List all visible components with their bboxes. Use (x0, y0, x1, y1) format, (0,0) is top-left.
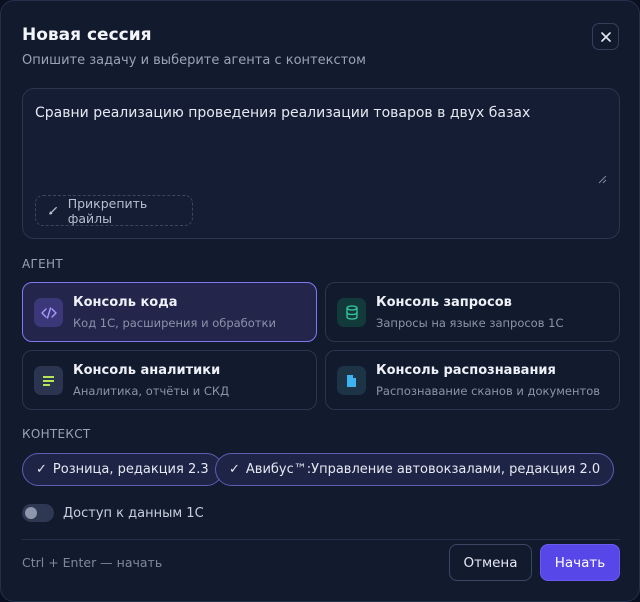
context-section-label: КОНТЕКСТ (22, 427, 91, 441)
context-chip-label: Авибус™:Управление автовокзалами, редакц… (245, 462, 601, 477)
dialog-title: Новая сессия (22, 25, 152, 45)
close-button[interactable] (592, 23, 619, 50)
agent-card-analytics-console[interactable]: Консоль аналитики Аналитика, отчёты и СК… (22, 350, 317, 410)
check-icon: ✓ (229, 462, 240, 477)
agent-name: Консоль кода (73, 295, 178, 310)
context-chip-avibus[interactable]: ✓ Авибус™:Управление автовокзалами, реда… (215, 453, 615, 486)
chart-icon (34, 366, 63, 395)
access-toggle[interactable] (22, 504, 54, 522)
agent-name: Консоль запросов (376, 295, 512, 310)
access-toggle-label: Доступ к данным 1С (63, 505, 204, 521)
task-textarea[interactable]: Сравни реализацию проведения реализации … (22, 88, 620, 239)
access-toggle-row: Доступ к данным 1С (22, 503, 204, 523)
agent-description: Аналитика, отчёты и СКД (73, 384, 230, 398)
toggle-knob (25, 507, 37, 519)
context-chip-label: Розница, редакция 2.3 (52, 462, 209, 477)
attach-files-button[interactable]: Прикрепить файлы (35, 195, 193, 226)
paperclip-icon (49, 206, 57, 215)
document-icon (337, 366, 366, 395)
agent-description: Код 1С, расширения и обработки (73, 316, 276, 330)
agent-card-recognition-console[interactable]: Консоль распознавания Распознавание скан… (325, 350, 620, 410)
agent-name: Консоль распознавания (376, 363, 556, 378)
agent-description: Запросы на языке запросов 1С (376, 316, 564, 330)
attach-files-label: Прикрепить файлы (67, 195, 148, 226)
new-session-dialog: Новая сессия Опишите задачу и выберите а… (0, 0, 640, 602)
shortcut-hint: Ctrl + Enter — начать (22, 555, 163, 570)
start-button[interactable]: Начать (540, 544, 620, 581)
code-icon (34, 298, 63, 327)
agent-description: Распознавание сканов и документов (376, 384, 601, 398)
agent-section-label: АГЕНТ (22, 257, 63, 271)
context-chip-retail[interactable]: ✓ Розница, редакция 2.3 (22, 453, 223, 486)
task-textarea-value: Сравни реализацию проведения реализации … (35, 105, 531, 121)
close-icon (600, 31, 611, 42)
cancel-button[interactable]: Отмена (449, 544, 532, 581)
check-icon: ✓ (36, 462, 47, 477)
agent-name: Консоль аналитики (73, 363, 221, 378)
agent-card-query-console[interactable]: Консоль запросов Запросы на языке запрос… (325, 282, 620, 342)
footer-divider (22, 539, 620, 540)
agent-card-code-console[interactable]: Консоль кода Код 1С, расширения и обрабо… (22, 282, 317, 342)
database-icon (337, 298, 366, 327)
resize-handle-icon[interactable] (598, 175, 607, 184)
dialog-subtitle: Опишите задачу и выберите агента с конте… (22, 53, 366, 68)
